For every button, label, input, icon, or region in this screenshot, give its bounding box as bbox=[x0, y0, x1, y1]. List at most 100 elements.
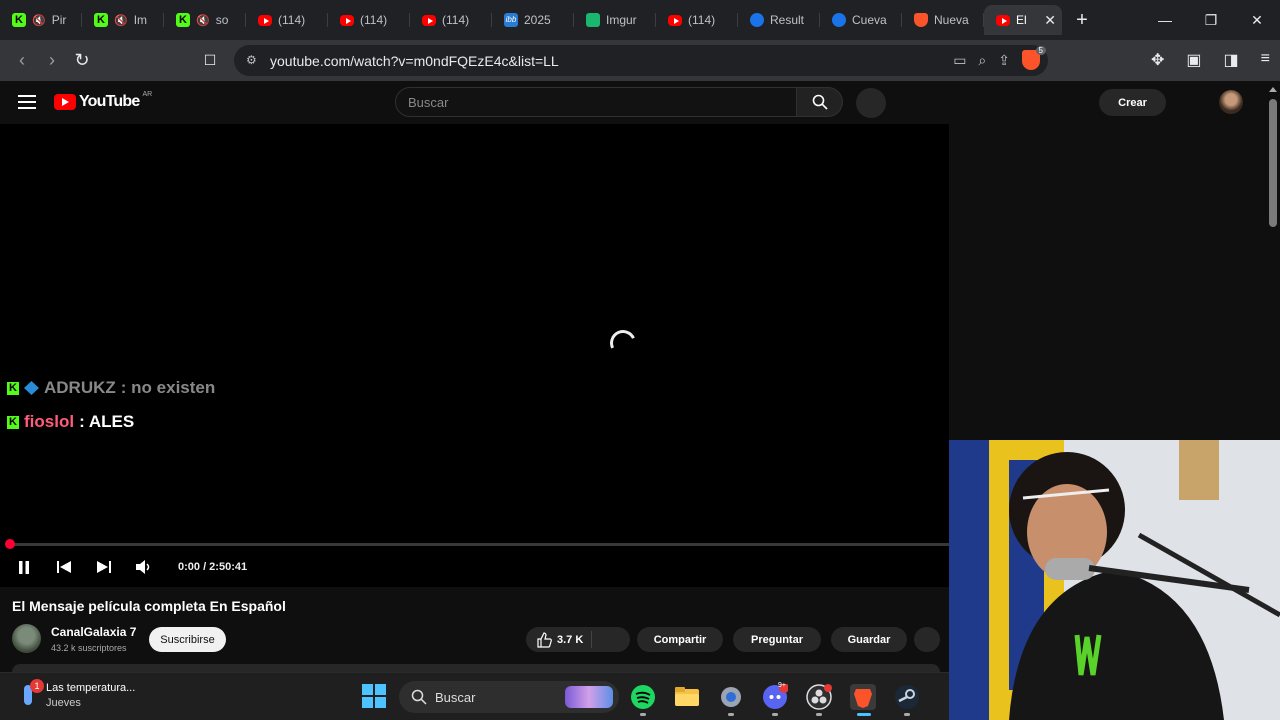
voice-search-button[interactable] bbox=[856, 88, 886, 118]
url-text[interactable]: youtube.com/watch?v=m0ndFQEzE4c&list=LL bbox=[270, 53, 559, 69]
tab-youtube-4[interactable]: (114) bbox=[656, 5, 738, 35]
webcam-overlay bbox=[949, 440, 1280, 720]
save-button[interactable]: Guardar bbox=[831, 627, 907, 652]
pause-button[interactable] bbox=[4, 552, 44, 582]
create-label: Crear bbox=[1118, 96, 1147, 109]
tab-kick-3[interactable]: K 🔇 so bbox=[164, 5, 246, 35]
subscriber-count: 43.2 k suscriptores bbox=[51, 643, 127, 653]
tab-label: 2025 bbox=[524, 13, 551, 27]
video-player[interactable]: K ADRUKZ : no existen K fioslol : ALES 0… bbox=[0, 124, 949, 587]
maximize-icon[interactable]: ❐ bbox=[1188, 0, 1234, 40]
spotify-icon[interactable] bbox=[630, 684, 656, 710]
description-box[interactable] bbox=[12, 664, 940, 672]
tab-label: (114) bbox=[688, 13, 716, 27]
more-actions-button[interactable] bbox=[914, 627, 940, 652]
next-button[interactable] bbox=[84, 552, 124, 582]
scroll-up-icon[interactable] bbox=[1269, 87, 1277, 92]
subscribe-button[interactable]: Suscribirse bbox=[149, 627, 226, 652]
wallet-icon[interactable]: ▣ bbox=[1186, 50, 1201, 70]
zoom-icon[interactable]: ⌕ bbox=[978, 52, 986, 69]
reload-icon[interactable]: ↻ bbox=[67, 46, 97, 76]
kick-icon: K bbox=[94, 13, 108, 27]
search-icon bbox=[812, 94, 828, 110]
thumbs-up-icon bbox=[537, 631, 552, 648]
share-button[interactable]: Compartir bbox=[637, 627, 723, 652]
thermometer-icon: 1 bbox=[20, 679, 44, 709]
tab-cueva[interactable]: Cueva bbox=[820, 5, 902, 35]
scroll-thumb[interactable] bbox=[1269, 99, 1277, 227]
forward-icon[interactable]: › bbox=[37, 46, 67, 76]
tab-imgur[interactable]: Imgur bbox=[574, 5, 656, 35]
settings-icon[interactable] bbox=[718, 684, 744, 710]
sidebar-icon[interactable]: ◨ bbox=[1224, 50, 1239, 70]
search-input[interactable]: Buscar bbox=[395, 87, 797, 117]
running-indicator bbox=[772, 713, 778, 716]
like-button[interactable]: 3.7 K bbox=[526, 627, 630, 652]
taskbar-search[interactable]: Buscar bbox=[399, 681, 619, 713]
volume-button[interactable] bbox=[124, 552, 164, 582]
running-indicator bbox=[640, 713, 646, 716]
account-avatar[interactable] bbox=[1219, 90, 1243, 114]
channel-avatar[interactable] bbox=[12, 624, 41, 653]
tab-label: Im bbox=[133, 13, 148, 27]
youtube-header: YouTube AR Buscar Crear bbox=[0, 81, 1266, 124]
weather-widget[interactable]: 1 Las temperatura... Jueves bbox=[20, 679, 136, 709]
muted-icon[interactable]: 🔇 bbox=[114, 14, 128, 27]
obs-icon[interactable] bbox=[806, 684, 832, 710]
progress-bar[interactable] bbox=[10, 543, 949, 546]
muted-icon[interactable]: 🔇 bbox=[196, 14, 210, 27]
scrubber-handle[interactable] bbox=[5, 539, 15, 549]
ask-button[interactable]: Preguntar bbox=[733, 627, 821, 652]
create-button[interactable]: Crear bbox=[1099, 89, 1166, 116]
address-toolbar: ‹ › ↻ ☐ ⚙ youtube.com/watch?v=m0ndFQEzE4… bbox=[0, 40, 1280, 81]
tab-label: Imgur bbox=[606, 13, 637, 27]
youtube-icon bbox=[258, 14, 272, 26]
close-tab-icon[interactable]: ✕ bbox=[1044, 12, 1056, 29]
tab-kick-1[interactable]: K 🔇 Pir bbox=[0, 5, 82, 35]
file-explorer-icon[interactable] bbox=[674, 684, 700, 710]
cast-icon[interactable]: ▭ bbox=[953, 52, 966, 69]
close-window-icon[interactable]: ✕ bbox=[1234, 0, 1280, 40]
minimize-icon[interactable]: — bbox=[1142, 0, 1188, 40]
windows-start-icon[interactable] bbox=[362, 684, 386, 708]
bookmark-icon[interactable]: ☐ bbox=[195, 46, 225, 76]
guide-menu-icon[interactable] bbox=[18, 95, 36, 109]
youtube-logo[interactable]: YouTube AR bbox=[54, 91, 152, 111]
shield-count: 5 bbox=[1035, 46, 1046, 55]
url-bar[interactable]: ⚙ youtube.com/watch?v=m0ndFQEzE4c&list=L… bbox=[234, 45, 1048, 76]
tab-youtube-3[interactable]: (114) bbox=[410, 5, 492, 35]
tab-new[interactable]: Nueva bbox=[902, 5, 984, 35]
tab-youtube-2[interactable]: (114) bbox=[328, 5, 410, 35]
edge-icon bbox=[832, 13, 846, 27]
tab-youtube-1[interactable]: (114) bbox=[246, 5, 328, 35]
brave-shields-icon[interactable]: 5 bbox=[1022, 46, 1046, 70]
muted-icon[interactable]: 🔇 bbox=[32, 14, 46, 27]
chat-message: : no existen bbox=[120, 378, 216, 397]
extensions-icon[interactable]: ✥ bbox=[1151, 50, 1164, 70]
tab-label: (114) bbox=[360, 13, 388, 27]
back-icon[interactable]: ‹ bbox=[7, 46, 37, 76]
save-label: Guardar bbox=[847, 633, 891, 646]
tab-label: Pir bbox=[51, 13, 67, 27]
tab-kick-2[interactable]: K 🔇 Im bbox=[82, 5, 164, 35]
new-tab-button[interactable]: + bbox=[1068, 9, 1096, 32]
tab-active[interactable]: El ✕ bbox=[984, 5, 1062, 35]
tab-results[interactable]: Result bbox=[738, 5, 820, 35]
site-settings-icon[interactable]: ⚙ bbox=[246, 53, 257, 67]
tab-label: (114) bbox=[442, 13, 470, 27]
brave-browser-icon[interactable] bbox=[850, 684, 876, 710]
player-controls: 0:00 / 2:50:41 bbox=[0, 552, 247, 582]
search-button[interactable] bbox=[797, 87, 843, 117]
steam-icon[interactable] bbox=[894, 684, 920, 710]
youtube-play-icon bbox=[54, 94, 76, 110]
previous-button[interactable] bbox=[44, 552, 84, 582]
kick-icon: K bbox=[12, 13, 26, 27]
channel-name[interactable]: CanalGalaxia 7 bbox=[51, 625, 136, 639]
weather-title: Las temperatura... bbox=[46, 682, 136, 694]
time-display: 0:00 / 2:50:41 bbox=[178, 561, 248, 573]
menu-icon[interactable]: ≡ bbox=[1261, 50, 1270, 70]
kick-icon: K bbox=[176, 13, 190, 27]
tab-ibb[interactable]: ibb 2025 bbox=[492, 5, 574, 35]
share-icon[interactable]: ⇪ bbox=[998, 52, 1010, 69]
next-icon bbox=[97, 561, 111, 573]
